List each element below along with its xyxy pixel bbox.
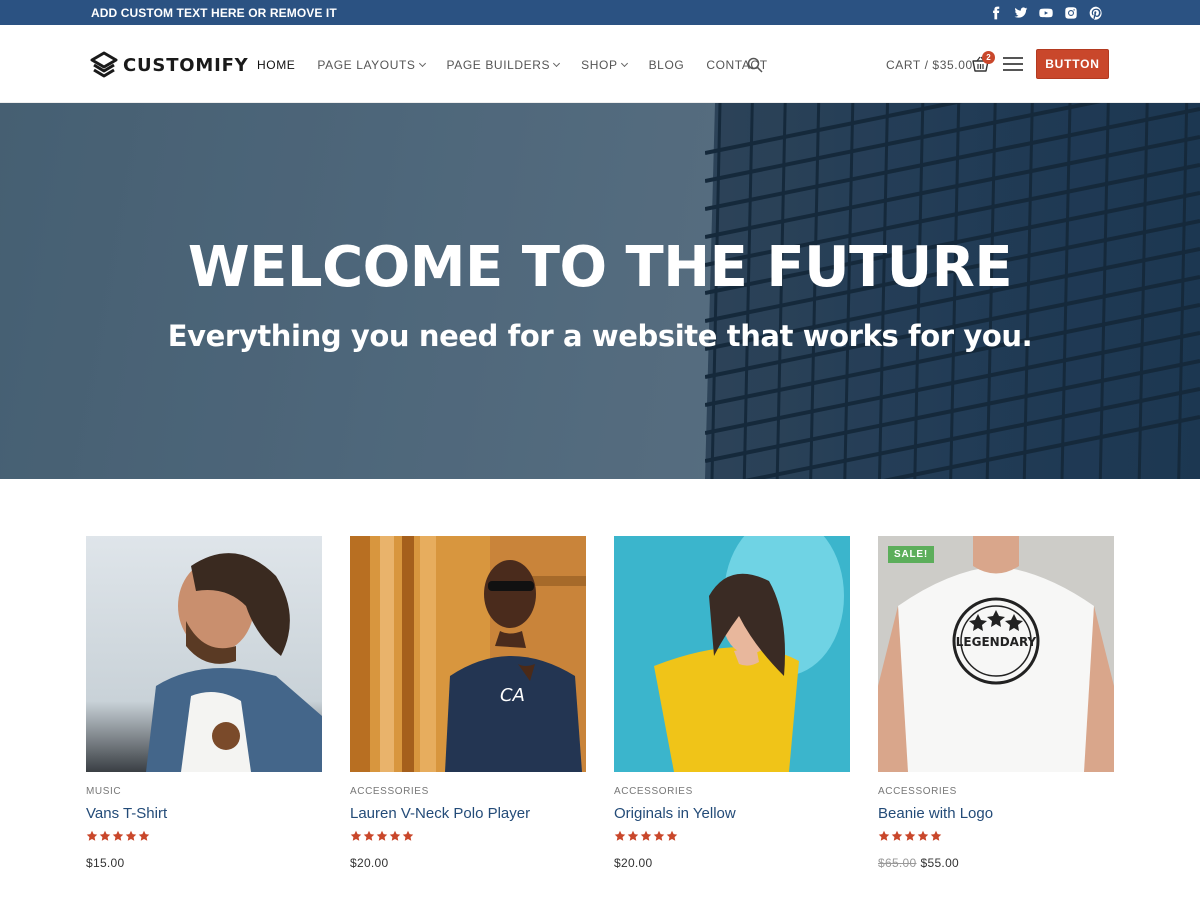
product-category[interactable]: MUSIC bbox=[86, 786, 322, 797]
product-image[interactable] bbox=[614, 536, 850, 772]
instagram-icon[interactable] bbox=[1063, 5, 1079, 21]
chevron-down-icon bbox=[620, 59, 628, 68]
product-category[interactable]: ACCESSORIES bbox=[878, 786, 1114, 797]
star-icon bbox=[640, 830, 652, 841]
cart-link[interactable]: CART / $35.00 bbox=[886, 58, 973, 72]
star-icon bbox=[125, 830, 137, 841]
top-bar-text: ADD CUSTOM TEXT HERE OR REMOVE IT bbox=[91, 6, 337, 20]
star-rating bbox=[614, 830, 850, 844]
product-image[interactable]: CA bbox=[350, 536, 586, 772]
product-image[interactable] bbox=[86, 536, 322, 772]
star-rating bbox=[86, 830, 322, 844]
star-icon bbox=[666, 830, 678, 841]
svg-text:CA: CA bbox=[500, 685, 525, 706]
star-icon bbox=[930, 830, 942, 841]
logo-text: CUSTOMIFY bbox=[123, 54, 249, 76]
star-icon bbox=[112, 830, 124, 841]
product-title[interactable]: Originals in Yellow bbox=[614, 805, 850, 822]
top-bar: ADD CUSTOM TEXT HERE OR REMOVE IT bbox=[0, 0, 1200, 25]
star-icon bbox=[363, 830, 375, 841]
hamburger-menu-icon[interactable] bbox=[1003, 57, 1023, 72]
star-icon bbox=[138, 830, 150, 841]
nav-item-shop[interactable]: SHOP bbox=[581, 58, 628, 72]
star-icon bbox=[891, 830, 903, 841]
sale-badge: SALE! bbox=[888, 546, 934, 563]
star-icon bbox=[627, 830, 639, 841]
star-icon bbox=[99, 830, 111, 841]
product-title[interactable]: Beanie with Logo bbox=[878, 805, 1114, 822]
star-icon bbox=[653, 830, 665, 841]
product-price: $65.00 $55.00 bbox=[878, 856, 1114, 870]
star-icon bbox=[878, 830, 890, 841]
original-price: $65.00 bbox=[878, 856, 917, 870]
site-logo[interactable]: CUSTOMIFY bbox=[90, 51, 249, 79]
pinterest-icon[interactable] bbox=[1088, 5, 1104, 21]
product-card: LEGENDARY SALE! ACCESSORIES Beanie with … bbox=[878, 536, 1114, 870]
main-nav: HOME PAGE LAYOUTS PAGE BUILDERS SHOP BLO… bbox=[257, 58, 790, 72]
product-price: $15.00 bbox=[86, 856, 125, 870]
sale-price: $55.00 bbox=[920, 856, 960, 870]
nav-item-page-builders[interactable]: PAGE BUILDERS bbox=[447, 58, 561, 72]
youtube-icon[interactable] bbox=[1038, 5, 1054, 21]
product-card: CA ACCESSORIES Lauren V-Neck Polo Player… bbox=[350, 536, 586, 870]
star-icon bbox=[389, 830, 401, 841]
product-title[interactable]: Vans T-Shirt bbox=[86, 805, 322, 822]
product-grid: MUSIC Vans T-Shirt $15.00 CA ACCESSORIES… bbox=[86, 536, 1115, 886]
header-cta-button[interactable]: BUTTON bbox=[1036, 49, 1109, 79]
hero-title: WELCOME TO THE FUTURE bbox=[187, 235, 1013, 300]
cart-count-badge: 2 bbox=[982, 51, 995, 64]
star-icon bbox=[376, 830, 388, 841]
svg-text:LEGENDARY: LEGENDARY bbox=[956, 635, 1037, 649]
product-price: $20.00 bbox=[350, 856, 389, 870]
logo-icon bbox=[90, 51, 118, 79]
nav-item-blog[interactable]: BLOG bbox=[649, 58, 685, 72]
star-icon bbox=[917, 830, 929, 841]
nav-item-page-layouts[interactable]: PAGE LAYOUTS bbox=[317, 58, 426, 72]
product-category[interactable]: ACCESSORIES bbox=[614, 786, 850, 797]
product-category[interactable]: ACCESSORIES bbox=[350, 786, 586, 797]
product-card: MUSIC Vans T-Shirt $15.00 bbox=[86, 536, 322, 870]
search-icon[interactable] bbox=[747, 57, 763, 73]
twitter-icon[interactable] bbox=[1013, 5, 1029, 21]
star-icon bbox=[904, 830, 916, 841]
star-rating bbox=[350, 830, 586, 844]
star-icon bbox=[614, 830, 626, 841]
hero-subtitle: Everything you need for a website that w… bbox=[167, 319, 1033, 353]
product-image[interactable]: LEGENDARY SALE! bbox=[878, 536, 1114, 772]
star-icon bbox=[350, 830, 362, 841]
star-icon bbox=[86, 830, 98, 841]
nav-item-home[interactable]: HOME bbox=[257, 58, 295, 72]
product-card: ACCESSORIES Originals in Yellow $20.00 bbox=[614, 536, 850, 870]
hero-banner: WELCOME TO THE FUTURE Everything you nee… bbox=[0, 103, 1200, 479]
chevron-down-icon bbox=[418, 59, 426, 68]
facebook-icon[interactable] bbox=[988, 5, 1004, 21]
product-title[interactable]: Lauren V-Neck Polo Player bbox=[350, 805, 586, 822]
social-links bbox=[988, 5, 1104, 21]
site-header: CUSTOMIFY HOME PAGE LAYOUTS PAGE BUILDER… bbox=[0, 25, 1200, 103]
star-icon bbox=[402, 830, 414, 841]
chevron-down-icon bbox=[553, 59, 561, 68]
star-rating bbox=[878, 830, 1114, 844]
product-price: $20.00 bbox=[614, 856, 653, 870]
